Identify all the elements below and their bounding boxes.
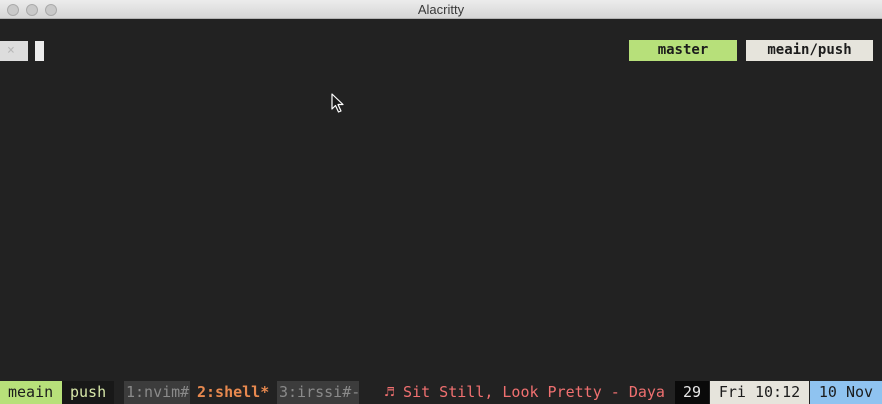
tmux-window-tab-nvim[interactable]: 1:nvim# <box>124 381 190 404</box>
battery-level: 29 <box>675 381 709 404</box>
status-date: 10 Nov <box>810 381 882 404</box>
text-cursor <box>35 41 44 61</box>
tmux-mode-indicator: push <box>62 381 114 404</box>
tmux-window-tab-irssi[interactable]: 3:irssi#- <box>277 381 359 404</box>
mouse-pointer-icon <box>331 93 344 113</box>
status-clock: Fri 10:12 <box>710 381 809 404</box>
now-playing-track: ♬ Sit Still, Look Pretty - Daya <box>385 383 665 401</box>
terminal-area[interactable]: × master meain/push meain push 1:nvim# 2… <box>0 19 882 404</box>
tmux-window-tab-shell-active[interactable]: 2:shell* <box>192 381 272 404</box>
git-remote-branch-badge: meain/push <box>746 40 873 61</box>
window-title: Alacritty <box>417 2 465 17</box>
tmux-status-bar: meain push 1:nvim# 2:shell* 3:irssi#- ♬ … <box>0 381 882 404</box>
title-bar: Alacritty <box>0 0 882 19</box>
tmux-session-name: meain <box>0 381 62 404</box>
prompt-status-indicator: × <box>0 41 28 61</box>
git-local-branch-badge: master <box>629 40 737 61</box>
alacritty-window: Alacritty × master meain/push meain push… <box>0 0 882 404</box>
